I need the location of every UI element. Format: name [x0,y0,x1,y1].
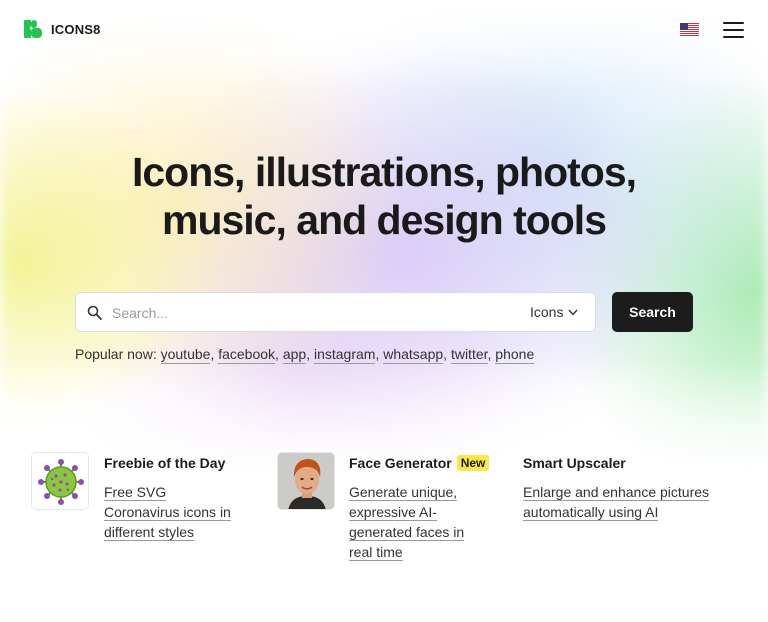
card-description-line: generated faces in [349,524,465,541]
freebie-thumbnail [31,452,89,510]
card-description-line: different styles [104,524,195,541]
card-description-link[interactable]: Enlarge and enhance pictures automatical… [523,482,743,522]
card-title: Smart Upscaler [523,455,626,471]
popular-label: Popular now: [75,346,157,362]
search-input[interactable] [112,300,502,326]
site-header: ICONS8 [0,0,768,60]
card-title-text: Freebie of the Day [104,455,226,471]
new-badge: New [456,455,490,471]
card-description-link[interactable]: Generate unique, expressive AI- generate… [349,482,499,562]
us-flag-icon[interactable] [680,23,699,36]
popular-tag-phone[interactable]: phone [495,346,535,364]
popular-tag-app[interactable]: app [282,346,307,364]
card-title-text: Face Generator [349,455,452,471]
card-description-line: Generate unique, [349,484,458,501]
popular-tag-whatsapp[interactable]: whatsapp [383,346,444,364]
hero-title: Icons, illustrations, photos, music, and… [84,148,684,244]
search-button[interactable]: Search [612,292,693,332]
search-icon [87,305,102,320]
card-description-link[interactable]: Free SVG Coronavirus icons in different … [104,482,274,542]
logo-text: ICONS8 [51,21,101,37]
generated-face-photo [278,453,334,509]
hero-title-line2: music, and design tools [161,197,607,243]
coronavirus-icon [38,459,84,505]
chevron-down-icon [568,309,578,316]
popular-tag-twitter[interactable]: twitter [450,346,488,364]
card-description-line: expressive AI- [349,504,437,521]
card-description-line: Coronavirus icons in [104,504,231,521]
card-description-line: Free SVG [104,484,167,501]
popular-tag-facebook[interactable]: facebook [218,346,276,364]
hero-title-line1: Icons, illustrations, photos, [131,149,637,195]
popular-now: Popular now: youtube, facebook, app, ins… [75,346,535,364]
site-logo[interactable]: ICONS8 [24,20,101,38]
card-title: Freebie of the Day [104,455,225,471]
popular-tag-youtube[interactable]: youtube [160,346,211,364]
icons8-logo-icon [24,20,42,38]
card-description-line: Enlarge and enhance pictures [523,484,710,501]
card-description-line: automatically using AI [523,504,659,521]
face-generator-thumbnail [277,452,335,510]
hamburger-menu-icon[interactable] [723,20,745,38]
search-type-dropdown[interactable]: Icons [530,304,578,320]
card-title: Face Generator New [349,455,490,471]
card-title-text: Smart Upscaler [523,455,626,471]
search-box: Icons [75,292,596,332]
card-description-line: real time [349,544,403,561]
search-type-label: Icons [530,304,564,320]
popular-tag-instagram[interactable]: instagram [313,346,376,364]
